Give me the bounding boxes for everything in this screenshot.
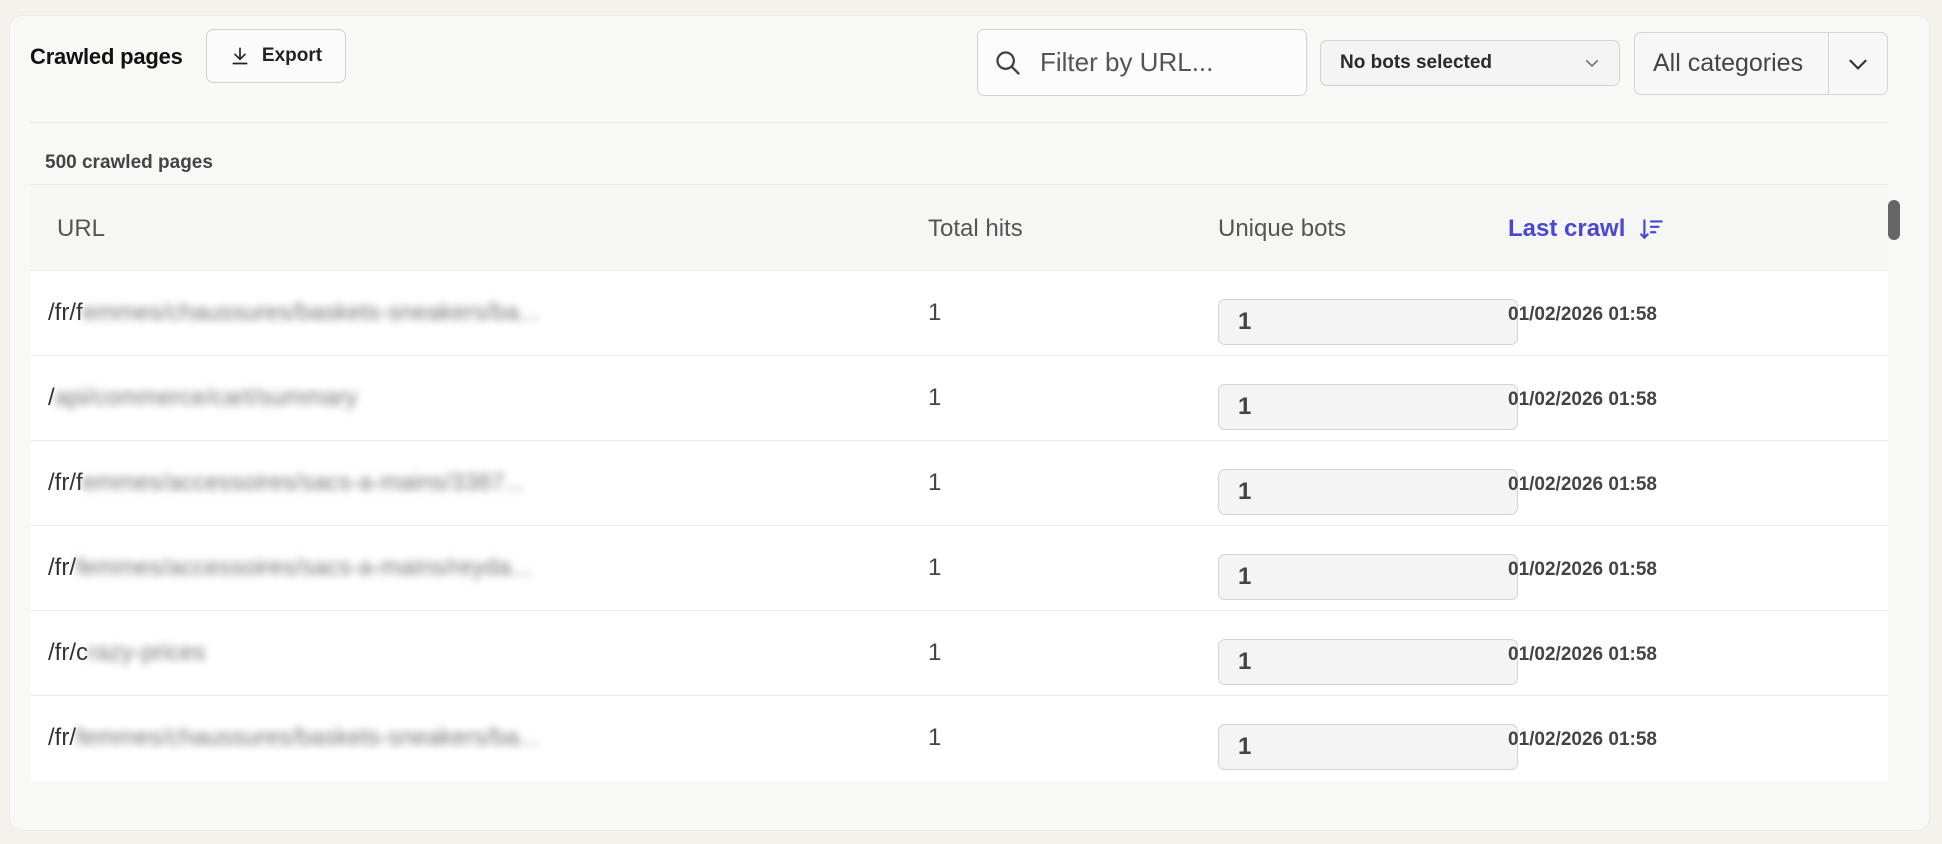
total-hits-cell: 1: [928, 299, 942, 326]
search-input[interactable]: [1038, 46, 1292, 79]
unique-bots-cell: 1: [1218, 299, 1518, 345]
url-cell[interactable]: /fr/femmes/accessoires/sacs-a-mains/reyd…: [48, 554, 531, 582]
url-redacted-part: femmes/chaussures/baskets-sneakers/ba...: [76, 724, 539, 751]
last-crawl-cell: 01/02/2026 01:58: [1508, 729, 1657, 750]
column-header-last-crawl[interactable]: Last crawl: [1508, 215, 1665, 243]
table-row[interactable]: /api/commerce/cart/summary 1 1 01/02/202…: [30, 355, 1888, 441]
url-visible-part: /fr/f: [48, 469, 83, 496]
table-row[interactable]: /fr/femmes/accessoires/sacs-a-mains/reyd…: [30, 525, 1888, 611]
url-redacted-part: api/commerce/cart/summary: [54, 384, 358, 411]
table-header: URL Total hits Unique bots Last crawl: [30, 184, 1888, 271]
url-visible-part: /fr/: [48, 554, 76, 581]
table-row[interactable]: /fr/femmes/accessoires/sacs-a-mains/3387…: [30, 440, 1888, 526]
page-title: Crawled pages: [30, 44, 183, 69]
url-redacted-part: emmes/chaussures/baskets-sneakers/ba...: [82, 299, 539, 326]
url-cell[interactable]: /fr/femmes/accessoires/sacs-a-mains/3387…: [48, 469, 524, 497]
table-row[interactable]: /fr/crazy-prices 1 1 01/02/2026 01:58: [30, 610, 1888, 696]
url-cell[interactable]: /api/commerce/cart/summary: [48, 384, 357, 412]
crawled-pages-table: URL Total hits Unique bots Last crawl /f…: [30, 184, 1890, 798]
column-header-url[interactable]: URL: [57, 215, 105, 243]
table-row[interactable]: /fr/femmes/chaussures/baskets-sneakers/b…: [30, 270, 1888, 356]
unique-bots-cell: 1: [1218, 554, 1518, 600]
last-crawl-cell: 01/02/2026 01:58: [1508, 389, 1657, 410]
last-crawl-cell: 01/02/2026 01:58: [1508, 304, 1657, 325]
download-icon: [232, 47, 248, 65]
sort-descending-icon: [1640, 219, 1664, 240]
total-hits-cell: 1: [928, 384, 942, 411]
url-cell[interactable]: /fr/femmes/chaussures/baskets-sneakers/b…: [48, 724, 539, 752]
categories-select[interactable]: All categories: [1634, 32, 1888, 95]
categories-dropdown-toggle[interactable]: [1828, 33, 1887, 94]
export-button[interactable]: Export: [206, 29, 346, 83]
url-redacted-part: razy-prices: [88, 639, 206, 666]
url-visible-part: /fr/: [48, 724, 76, 751]
last-crawl-label: Last crawl: [1508, 215, 1626, 242]
total-hits-cell: 1: [928, 554, 942, 581]
last-crawl-cell: 01/02/2026 01:58: [1508, 644, 1657, 665]
table-row[interactable]: /fr/femmes/chaussures/baskets-sneakers/b…: [30, 695, 1888, 781]
column-header-unique-bots[interactable]: Unique bots: [1218, 215, 1346, 243]
url-visible-part: /: [48, 384, 55, 411]
url-visible-part: /fr/c: [48, 639, 88, 666]
chevron-down-icon: [1849, 59, 1867, 70]
url-redacted-part: emmes/accessoires/sacs-a-mains/3387...: [82, 469, 525, 496]
bots-select[interactable]: No bots selected: [1320, 40, 1620, 86]
total-hits-cell: 1: [928, 724, 942, 751]
chevron-down-icon: [1586, 60, 1598, 68]
column-header-total-hits[interactable]: Total hits: [928, 215, 1023, 243]
total-hits-cell: 1: [928, 639, 942, 666]
bots-select-value: No bots selected: [1340, 52, 1493, 73]
export-button-label: Export: [261, 45, 323, 66]
last-crawl-cell: 01/02/2026 01:58: [1508, 559, 1657, 580]
header-divider: [30, 122, 1888, 123]
unique-bots-cell: 1: [1218, 724, 1518, 770]
unique-bots-cell: 1: [1218, 639, 1518, 685]
categories-select-value: All categories: [1653, 49, 1804, 77]
table-scrollbar-thumb[interactable]: [1888, 200, 1900, 240]
unique-bots-cell: 1: [1218, 469, 1518, 515]
url-cell[interactable]: /fr/femmes/chaussures/baskets-sneakers/b…: [48, 299, 539, 327]
unique-bots-cell: 1: [1218, 384, 1518, 430]
url-search-field[interactable]: [977, 29, 1307, 96]
crawled-count: 500 crawled pages: [45, 152, 213, 173]
total-hits-cell: 1: [928, 469, 942, 496]
url-visible-part: /fr/f: [48, 299, 83, 326]
url-redacted-part: femmes/accessoires/sacs-a-mains/reyda...: [76, 554, 531, 581]
search-icon: [996, 50, 1020, 75]
last-crawl-cell: 01/02/2026 01:58: [1508, 474, 1657, 495]
url-cell[interactable]: /fr/crazy-prices: [48, 639, 205, 667]
